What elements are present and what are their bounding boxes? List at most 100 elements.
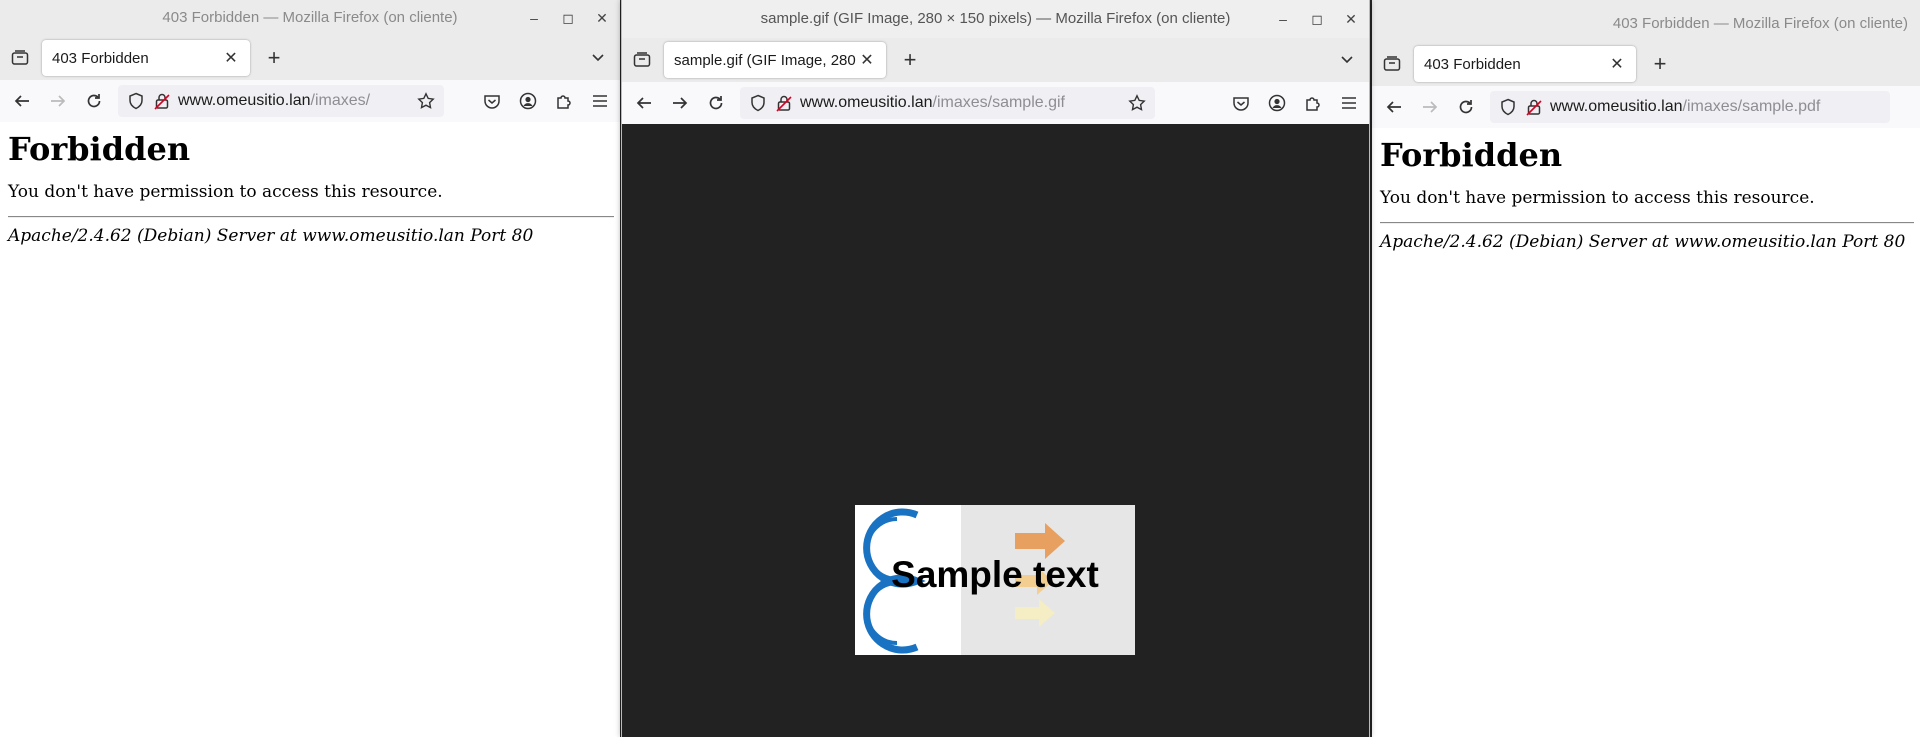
plus-icon: + [267, 45, 281, 70]
url-host: www.omeusitio.lan [800, 94, 933, 111]
firefox-view-icon [11, 50, 29, 65]
tab-label: 403 Forbidden [1424, 55, 1521, 73]
tab-close-icon[interactable]: ✕ [1608, 54, 1626, 74]
reload-button[interactable] [80, 87, 108, 115]
page-content: Forbidden You don't have permission to a… [0, 122, 620, 737]
maximize-icon: ◻ [562, 10, 574, 26]
back-button[interactable] [8, 87, 36, 115]
new-tab-button[interactable]: + [898, 47, 922, 72]
firefox-view-button[interactable] [8, 46, 32, 70]
maximize-button[interactable]: ◻ [558, 8, 578, 28]
puzzle-icon [557, 95, 571, 109]
reload-icon [709, 96, 723, 110]
chevron-down-icon [592, 54, 604, 62]
maximize-icon: ◻ [1311, 11, 1323, 27]
tab-sample-gif[interactable]: sample.gif (GIF Image, 280 × 150 pixels)… [664, 42, 886, 78]
pocket-button[interactable] [1227, 89, 1255, 117]
window-titlebar[interactable]: 403 Forbidden — Mozilla Firefox (on clie… [0, 0, 620, 36]
back-button[interactable] [1380, 93, 1408, 121]
url-text[interactable]: www.omeusitio.lan/imaxes/sample.gif [800, 94, 1121, 112]
navigation-toolbar: www.omeusitio.lan/imaxes/sample.pdf [1372, 86, 1920, 129]
list-all-tabs-button[interactable] [1335, 48, 1359, 72]
insecure-lock-icon[interactable] [1524, 97, 1544, 117]
tab-bar: sample.gif (GIF Image, 280 × 150 pixels)… [622, 38, 1369, 82]
arrow-right-icon [1423, 101, 1438, 113]
back-button[interactable] [630, 89, 658, 117]
bookmark-star-icon[interactable] [416, 91, 436, 111]
page-content: Forbidden You don't have permission to a… [1372, 128, 1920, 737]
firefox-view-icon [1383, 56, 1401, 71]
shield-icon[interactable] [126, 91, 146, 111]
shield-icon[interactable] [748, 93, 768, 113]
page-heading: Forbidden [8, 130, 191, 168]
window-title: 403 Forbidden — Mozilla Firefox (on clie… [162, 9, 458, 26]
account-button[interactable] [514, 87, 542, 115]
reload-icon [87, 94, 101, 108]
tab-403-forbidden[interactable]: 403 Forbidden ✕ [1414, 46, 1636, 82]
reload-button[interactable] [1452, 93, 1480, 121]
insecure-lock-icon[interactable] [774, 93, 794, 113]
hamburger-icon [593, 95, 607, 107]
window-titlebar[interactable]: sample.gif (GIF Image, 280 × 150 pixels)… [622, 0, 1369, 38]
url-bar[interactable]: www.omeusitio.lan/imaxes/sample.pdf [1490, 91, 1890, 123]
firefox-window-right: 403 Forbidden — Mozilla Firefox (on clie… [1372, 0, 1920, 737]
insecure-lock-icon[interactable] [152, 91, 172, 111]
url-bar[interactable]: www.omeusitio.lan/imaxes/sample.gif [740, 87, 1155, 119]
pocket-icon [1233, 97, 1249, 111]
account-icon [519, 92, 537, 110]
pocket-button[interactable] [478, 87, 506, 115]
tab-label: 403 Forbidden [52, 49, 149, 67]
arrow-left-icon [14, 95, 29, 107]
divider [1380, 222, 1914, 224]
navigation-toolbar: www.omeusitio.lan/imaxes/ [0, 80, 620, 123]
minimize-button[interactable]: – [1273, 9, 1293, 29]
tab-close-icon[interactable]: ✕ [222, 48, 240, 68]
firefox-view-button[interactable] [1380, 52, 1404, 76]
sample-image[interactable]: Sample text [855, 505, 1135, 655]
bookmark-star-icon[interactable] [1127, 93, 1147, 113]
close-window-button[interactable]: ✕ [592, 8, 612, 28]
list-all-tabs-button[interactable] [586, 46, 610, 70]
error-message: You don't have permission to access this… [8, 182, 443, 202]
close-icon: ✕ [1345, 11, 1357, 27]
puzzle-icon [1306, 97, 1320, 111]
url-text[interactable]: www.omeusitio.lan/imaxes/sample.pdf [1550, 98, 1882, 116]
forward-button[interactable] [1416, 93, 1444, 121]
new-tab-button[interactable]: + [262, 45, 286, 70]
navigation-toolbar: www.omeusitio.lan/imaxes/sample.gif [622, 82, 1369, 125]
tab-label: sample.gif (GIF Image, 280 × 150 pixels) [674, 51, 858, 69]
divider [8, 216, 614, 218]
server-signature: Apache/2.4.62 (Debian) Server at www.ome… [1380, 232, 1906, 252]
sample-image-graphic: Sample text [863, 505, 1135, 655]
extensions-button[interactable] [550, 87, 578, 115]
window-titlebar[interactable]: 403 Forbidden — Mozilla Firefox (on clie… [1372, 0, 1920, 42]
url-host: www.omeusitio.lan [1550, 98, 1683, 115]
server-signature: Apache/2.4.62 (Debian) Server at www.ome… [8, 226, 534, 246]
image-caption: Sample text [891, 554, 1099, 595]
new-tab-button[interactable]: + [1648, 51, 1672, 76]
tab-403-forbidden[interactable]: 403 Forbidden ✕ [42, 40, 250, 76]
minimize-button[interactable]: – [524, 8, 544, 28]
tab-close-icon[interactable]: ✕ [858, 50, 876, 70]
url-bar[interactable]: www.omeusitio.lan/imaxes/ [118, 85, 444, 117]
reload-button[interactable] [702, 89, 730, 117]
plus-icon: + [1653, 51, 1667, 76]
maximize-button[interactable]: ◻ [1307, 9, 1327, 29]
page-heading: Forbidden [1380, 136, 1563, 174]
menu-button[interactable] [1335, 89, 1363, 117]
firefox-view-button[interactable] [630, 48, 654, 72]
shield-icon[interactable] [1498, 97, 1518, 117]
forward-button[interactable] [666, 89, 694, 117]
plus-icon: + [903, 47, 917, 72]
arrow-left-icon [1386, 101, 1401, 113]
menu-button[interactable] [586, 87, 614, 115]
close-window-button[interactable]: ✕ [1341, 9, 1361, 29]
hamburger-icon [1342, 97, 1356, 109]
account-button[interactable] [1263, 89, 1291, 117]
forward-button[interactable] [44, 87, 72, 115]
firefox-view-icon [633, 52, 651, 67]
minimize-icon: – [530, 10, 538, 26]
url-text[interactable]: www.omeusitio.lan/imaxes/ [178, 92, 410, 110]
extensions-button[interactable] [1299, 89, 1327, 117]
url-path: /imaxes/ [310, 92, 371, 109]
